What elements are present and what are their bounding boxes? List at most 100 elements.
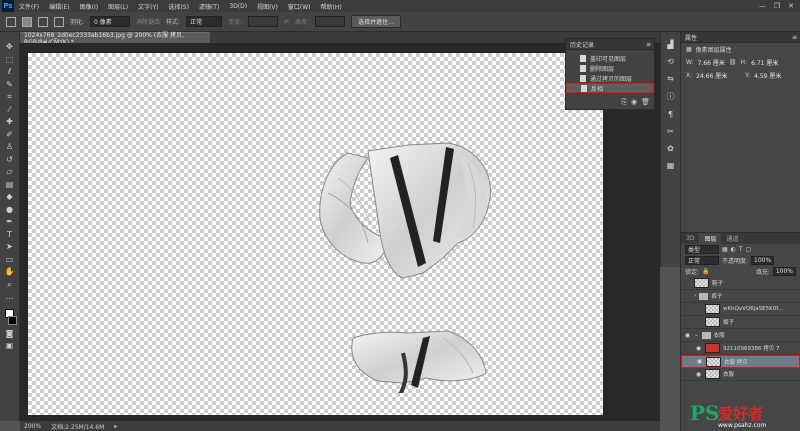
info-icon[interactable]: ⓘ (667, 91, 675, 102)
layer-row[interactable]: 鞋子 (681, 277, 800, 290)
layer-group-row[interactable]: ◉ ⌄ 衣服 (681, 329, 800, 342)
path-select-tool-icon[interactable]: ➤ (4, 242, 15, 251)
feather-input[interactable]: 0 像素 (90, 16, 131, 27)
menu-file[interactable]: 文件(F) (14, 2, 44, 11)
tab-layers[interactable]: 图层 (699, 233, 722, 244)
brush-preset-icon[interactable]: ✿ (667, 144, 674, 153)
subtract-selection-icon[interactable] (54, 16, 64, 27)
paragraph-icon[interactable]: ¶ (668, 110, 673, 119)
quick-select-tool-icon[interactable]: ✎ (4, 80, 15, 89)
filter-pixel-icon[interactable]: ▦ (722, 246, 728, 253)
menu-filter[interactable]: 滤镜(T) (194, 2, 224, 11)
history-item[interactable]: 通过拷贝的图层 (566, 73, 654, 83)
history-item[interactable]: 盖印可见图层 (566, 53, 654, 63)
new-selection-icon[interactable] (22, 16, 32, 27)
menu-edit[interactable]: 编辑(E) (44, 2, 74, 11)
more-tools-icon[interactable]: … (4, 292, 15, 301)
move-tool-icon[interactable]: ✥ (4, 42, 15, 51)
history-item[interactable]: 删除图层 (566, 63, 654, 73)
hand-tool-icon[interactable]: ✋ (4, 267, 15, 276)
properties-panel-title[interactable]: 属性 (685, 33, 697, 42)
select-and-mask-button[interactable]: 选择并遮住... (351, 15, 401, 28)
eyedropper-tool-icon[interactable]: ⁄ (4, 105, 15, 114)
eye-icon[interactable]: ◉ (695, 345, 702, 352)
status-arrow-icon[interactable]: ▸ (114, 423, 117, 430)
lasso-tool-icon[interactable]: ℓ (4, 67, 15, 76)
history-item-active[interactable]: 反相 (566, 83, 654, 93)
marquee-tool-preset-icon[interactable] (6, 16, 16, 27)
eraser-tool-icon[interactable]: ▱ (4, 167, 15, 176)
menu-3d[interactable]: 3D(D) (224, 3, 252, 10)
width-input[interactable] (248, 16, 279, 27)
filter-adjust-icon[interactable]: ◐ (731, 246, 736, 253)
close-icon[interactable]: ✕ (788, 2, 794, 10)
panel-menu-icon[interactable]: ≡ (646, 41, 654, 48)
layer-row[interactable]: ◉ 92110969386 拷贝 7 (681, 342, 800, 355)
layer-row[interactable]: 裤子 (681, 316, 800, 329)
link-icon[interactable]: ⛓ (729, 59, 737, 66)
tab-3d[interactable]: 3D (681, 233, 699, 244)
layer-group-row[interactable]: › 裤子 (681, 290, 800, 303)
h-field[interactable]: 6.71 厘米 (751, 58, 778, 67)
restore-icon[interactable]: ❐ (774, 2, 780, 10)
new-document-from-state-icon[interactable]: ⎘ (621, 98, 627, 107)
new-snapshot-icon[interactable]: ◉ (631, 98, 637, 107)
blur-tool-icon[interactable]: ◆ (4, 192, 15, 201)
background-color-swatch[interactable] (8, 316, 17, 325)
blend-mode-select[interactable]: 正常 (685, 256, 719, 265)
lock-icon[interactable]: 🔒 (702, 268, 709, 275)
histogram-icon[interactable]: ▟ (667, 40, 673, 49)
menu-view[interactable]: 视图(V) (252, 2, 283, 11)
menu-window[interactable]: 窗口(W) (283, 2, 316, 11)
zoom-tool-icon[interactable]: ⌕ (4, 280, 15, 289)
w-field[interactable]: 7.66 厘米 (698, 58, 725, 67)
document-tab[interactable]: 1024x768_2d0ec2333ab16b3.jpg @ 200% (衣服 … (20, 32, 210, 46)
style-select[interactable]: 正常 (186, 16, 223, 27)
swatch-panel-icon[interactable]: ▦ (667, 161, 675, 170)
eye-icon[interactable]: ◉ (684, 332, 691, 339)
kind-filter-select[interactable]: 类型 (685, 245, 719, 254)
history-panel-title[interactable]: 历史记录 (570, 40, 594, 49)
y-field[interactable]: 4.59 厘米 (754, 71, 781, 80)
chevron-right-icon[interactable]: › (694, 293, 696, 299)
dodge-tool-icon[interactable]: ● (4, 205, 15, 214)
zoom-level[interactable]: 200% (24, 423, 41, 430)
menu-type[interactable]: 文字(Y) (133, 2, 163, 11)
stamp-tool-icon[interactable]: ♙ (4, 142, 15, 151)
history-brush-icon[interactable]: ↺ (4, 155, 15, 164)
swap-icon[interactable]: ⇄ (284, 18, 289, 25)
fill-field[interactable]: 100% (772, 267, 796, 276)
chevron-down-icon[interactable]: ⌄ (694, 332, 699, 338)
menu-select[interactable]: 选择(S) (163, 2, 194, 11)
healing-tool-icon[interactable]: ✚ (4, 117, 15, 126)
screen-mode-icon[interactable]: ▣ (4, 341, 15, 350)
filter-shape-icon[interactable]: ▢ (746, 246, 752, 253)
adjust-icon[interactable]: ⇋ (667, 74, 674, 83)
layer-row[interactable]: wKhQvVQ6jaSE5K0f... (681, 303, 800, 316)
layer-row[interactable]: ◉ 衣服 (681, 368, 800, 381)
gradient-tool-icon[interactable]: ▤ (4, 180, 15, 189)
tab-channels[interactable]: 通道 (721, 233, 743, 244)
type-tool-icon[interactable]: T (4, 230, 15, 239)
tools-preset-icon[interactable]: ✂ (667, 127, 674, 136)
quick-mask-icon[interactable]: ◙ (4, 329, 15, 338)
brush-tool-icon[interactable]: ✐ (4, 130, 15, 139)
minimize-icon[interactable]: — (759, 2, 766, 10)
delete-state-icon[interactable]: 🗑 (641, 98, 650, 107)
menu-help[interactable]: 帮助(H) (316, 2, 347, 11)
transparent-canvas[interactable] (28, 53, 603, 415)
menu-image[interactable]: 图像(I) (75, 2, 103, 11)
opacity-field[interactable]: 100% (751, 256, 775, 265)
height-input[interactable] (315, 16, 346, 27)
marquee-tool-icon[interactable]: ⬚ (4, 55, 15, 64)
menu-layer[interactable]: 图层(L) (103, 2, 133, 11)
x-field[interactable]: 24.66 厘米 (696, 71, 727, 80)
layer-row-selected[interactable]: ◉ 衣服 拷贝 (681, 355, 800, 368)
antialias-checkbox[interactable]: 消除锯齿 (136, 17, 160, 26)
eye-icon[interactable]: ◉ (695, 371, 702, 378)
add-selection-icon[interactable] (38, 16, 48, 27)
pen-tool-icon[interactable]: ✒ (4, 217, 15, 226)
panel-menu-icon[interactable]: ≡ (792, 34, 800, 41)
crop-tool-icon[interactable]: ⌗ (4, 92, 15, 101)
shape-tool-icon[interactable]: ▭ (4, 255, 15, 264)
